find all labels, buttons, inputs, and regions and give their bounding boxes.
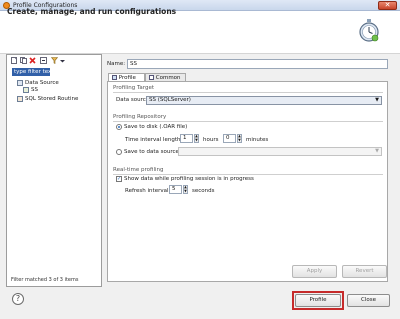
profiling-repository-title: Profiling Repository [113, 114, 167, 120]
window-close-button[interactable]: ✕ [378, 1, 397, 10]
dialog-header [0, 11, 400, 54]
refresh-interval-label: Refresh interval: [125, 188, 171, 194]
show-data-checkbox[interactable]: ✓ [116, 176, 122, 182]
tree-item-ss[interactable]: SS [31, 87, 38, 93]
refresh-interval-stepper[interactable]: ▲ ▼ [183, 185, 188, 194]
stored-routine-icon [17, 96, 23, 102]
save-to-data-source-label: Save to data source: [124, 149, 181, 155]
seconds-label: seconds [192, 188, 215, 194]
minutes-stepper[interactable]: ▲ ▼ [237, 134, 242, 143]
chevron-down-icon: ▼ [375, 97, 379, 103]
tree-item-sql-stored-routine[interactable]: SQL Stored Routine [25, 96, 78, 102]
show-data-label: Show data while profiling session is in … [124, 176, 254, 182]
filter-status: Filter matched 3 of 3 items [11, 277, 79, 283]
tree-item-data-source[interactable]: Data Source [25, 80, 59, 86]
collapse-all-icon[interactable] [40, 57, 47, 64]
revert-button[interactable]: Revert [342, 265, 387, 278]
hours-label: hours [203, 137, 219, 143]
time-interval-label: Time interval length: [125, 137, 183, 143]
stopwatch-icon [359, 19, 379, 42]
profiling-target-divider [113, 92, 383, 93]
profile-tab-icon [112, 75, 117, 80]
new-config-icon[interactable] [11, 57, 18, 64]
save-to-disk-radio[interactable] [116, 124, 122, 130]
real-time-title: Real-time profiling [113, 167, 164, 173]
save-to-disk-label: Save to disk (.OAR file) [124, 124, 188, 130]
refresh-interval-input[interactable]: 5 [169, 185, 182, 194]
view-menu-icon[interactable] [59, 57, 66, 64]
data-source-icon [17, 80, 23, 86]
header-title: Create, manage, and run configurations [7, 7, 177, 16]
common-tab-icon [149, 75, 154, 80]
save-to-data-source-radio[interactable] [116, 149, 122, 155]
help-icon[interactable]: ? [12, 293, 24, 305]
duplicate-icon[interactable] [20, 57, 27, 64]
filter-icon[interactable] [50, 57, 59, 64]
real-time-divider [113, 174, 383, 175]
profiling-repository-divider [113, 121, 383, 122]
delete-icon[interactable] [29, 57, 36, 64]
chevron-down-icon: ▼ [375, 148, 379, 154]
data-source-value: SS (SQLServer) [149, 97, 191, 103]
configuration-icon [23, 87, 29, 93]
profiling-target-title: Profiling Target [113, 85, 154, 91]
apply-button[interactable]: Apply [292, 265, 337, 278]
filter-input[interactable]: type filter text [12, 68, 50, 76]
configuration-list-panel [6, 54, 102, 287]
minutes-label: minutes [246, 137, 269, 143]
data-source-select[interactable]: SS (SQLServer) ▼ [146, 96, 382, 105]
name-field[interactable]: SS [127, 59, 388, 69]
hours-stepper[interactable]: ▲ ▼ [194, 134, 199, 143]
profile-button[interactable]: Profile [295, 294, 341, 307]
close-button[interactable]: Close [347, 294, 390, 307]
minutes-input[interactable]: 0 [223, 134, 236, 143]
save-to-data-source-select[interactable]: ▼ [178, 147, 382, 156]
name-label: Name: [107, 61, 126, 67]
hours-input[interactable]: 1 [180, 134, 193, 143]
